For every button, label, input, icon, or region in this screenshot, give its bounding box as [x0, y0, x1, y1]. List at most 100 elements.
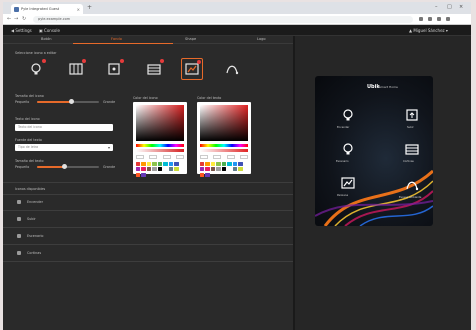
color-swatch[interactable] — [136, 167, 141, 172]
preset-swatches[interactable] — [200, 162, 248, 177]
back-icon[interactable]: ← — [7, 16, 11, 22]
preview-tile-persiana[interactable] — [339, 174, 357, 192]
maximize-icon[interactable]: □ — [447, 4, 452, 10]
app-header: ◀ Settings ▣ Console ▲ Miguel Sánchez ▾ — [3, 25, 471, 36]
list-item[interactable]: Subir — [17, 217, 36, 221]
settings-link[interactable]: ◀ Settings — [11, 28, 32, 33]
new-tab-icon[interactable]: + — [87, 4, 92, 11]
color-swatch[interactable] — [157, 162, 163, 166]
brand-subtitle: Smart Home — [379, 85, 398, 89]
color-swatch[interactable] — [216, 167, 221, 172]
color-swatch[interactable] — [238, 162, 243, 166]
color-swatch[interactable] — [146, 167, 152, 172]
slider-knob[interactable] — [68, 99, 74, 104]
saturation-area[interactable] — [136, 105, 184, 141]
preview-tile-escena-ambiente[interactable] — [403, 176, 421, 194]
color-swatch[interactable] — [205, 167, 210, 172]
brand-logo: Ubik — [367, 84, 380, 90]
profile-icon[interactable] — [437, 17, 441, 21]
color-swatch[interactable] — [232, 167, 238, 172]
badge — [42, 59, 46, 63]
preset-swatches[interactable] — [136, 162, 184, 177]
color-value-fields[interactable] — [200, 155, 248, 160]
color-swatch[interactable] — [141, 167, 146, 172]
hue-slider[interactable] — [136, 144, 184, 147]
color-swatch[interactable] — [163, 162, 168, 166]
preview-tile-cortinas[interactable] — [403, 140, 421, 158]
color-swatch[interactable] — [227, 162, 232, 166]
color-swatch[interactable] — [227, 167, 232, 172]
text-color-picker[interactable] — [197, 102, 251, 177]
icon-option-scene[interactable] — [181, 58, 203, 80]
color-swatch[interactable] — [168, 167, 174, 172]
icon-text-input[interactable]: Texto del icono — [15, 124, 113, 131]
hue-slider[interactable] — [200, 144, 248, 147]
color-swatch[interactable] — [136, 162, 141, 166]
color-swatch[interactable] — [200, 162, 205, 166]
icon-option-lamp[interactable] — [25, 58, 47, 80]
console-link[interactable]: ▣ Console — [39, 28, 60, 33]
color-swatch[interactable] — [238, 167, 243, 172]
minimize-icon[interactable]: – — [435, 4, 438, 10]
color-swatch[interactable] — [174, 162, 179, 166]
color-swatch[interactable] — [174, 167, 179, 172]
color-swatch[interactable] — [221, 167, 227, 172]
icon-option-curve[interactable] — [221, 58, 243, 80]
color-swatch[interactable] — [152, 162, 157, 166]
font-select[interactable]: Tipo de letra ▾ — [15, 144, 113, 151]
menu-icon[interactable] — [446, 17, 450, 21]
forward-icon[interactable]: → — [14, 16, 18, 22]
icon-option-curtains[interactable] — [65, 58, 87, 80]
tab-shape[interactable]: Shape — [185, 37, 196, 41]
font-select-value: Tipo de letra — [18, 145, 39, 149]
extension-icon[interactable] — [419, 17, 423, 21]
alpha-slider[interactable] — [136, 149, 184, 152]
alpha-slider[interactable] — [200, 149, 248, 152]
color-swatch[interactable] — [146, 162, 152, 166]
list-item[interactable]: Encender — [17, 200, 43, 204]
browser-tab[interactable]: Pyle Integrated Guest × — [11, 4, 83, 14]
color-swatch[interactable] — [205, 172, 210, 177]
color-value-fields[interactable] — [136, 155, 184, 160]
slider-knob[interactable] — [62, 164, 68, 169]
color-swatch[interactable] — [210, 162, 216, 166]
close-window-icon[interactable]: × — [459, 4, 463, 10]
color-swatch[interactable] — [141, 162, 146, 166]
color-swatch[interactable] — [200, 167, 205, 172]
user-menu[interactable]: ▲ Miguel Sánchez ▾ — [409, 28, 448, 33]
icon-color-picker[interactable] — [133, 102, 187, 177]
window-up-icon — [406, 109, 418, 121]
size-min-label: Pequeño — [15, 100, 30, 104]
color-swatch[interactable] — [152, 167, 157, 172]
color-swatch[interactable] — [136, 172, 141, 177]
color-swatch[interactable] — [205, 162, 210, 166]
color-swatch[interactable] — [221, 162, 227, 166]
bookmark-icon[interactable] — [428, 17, 432, 21]
color-swatch[interactable] — [232, 162, 238, 166]
color-swatch[interactable] — [141, 172, 146, 177]
tab-boton[interactable]: Botón — [41, 37, 52, 41]
url-field[interactable]: pyle.example.com — [33, 16, 413, 23]
badge — [120, 59, 124, 63]
reload-icon[interactable]: ↻ — [22, 16, 26, 22]
color-swatch[interactable] — [210, 167, 216, 172]
icon-size-slider[interactable] — [37, 99, 99, 104]
browser-toolbar — [419, 17, 450, 21]
saturation-area[interactable] — [200, 105, 248, 141]
color-swatch[interactable] — [216, 162, 221, 166]
tab-logo[interactable]: Logo — [257, 37, 266, 41]
text-size-slider[interactable] — [37, 164, 99, 169]
tab-fondo[interactable]: Fondo — [111, 37, 122, 41]
color-swatch[interactable] — [168, 162, 174, 166]
preview-tile-subir[interactable] — [403, 106, 421, 124]
list-item[interactable]: Cortinas — [17, 251, 41, 255]
color-swatch[interactable] — [157, 167, 163, 172]
icon-option-heater[interactable] — [143, 58, 165, 80]
icon-option-window-blind[interactable] — [103, 58, 125, 80]
preview-tile-encender[interactable] — [339, 106, 357, 124]
preview-tile-escenario[interactable] — [339, 140, 357, 158]
list-item[interactable]: Escenario — [17, 234, 44, 238]
color-swatch[interactable] — [200, 172, 205, 177]
close-tab-icon[interactable]: × — [77, 7, 80, 12]
color-swatch[interactable] — [163, 167, 168, 172]
